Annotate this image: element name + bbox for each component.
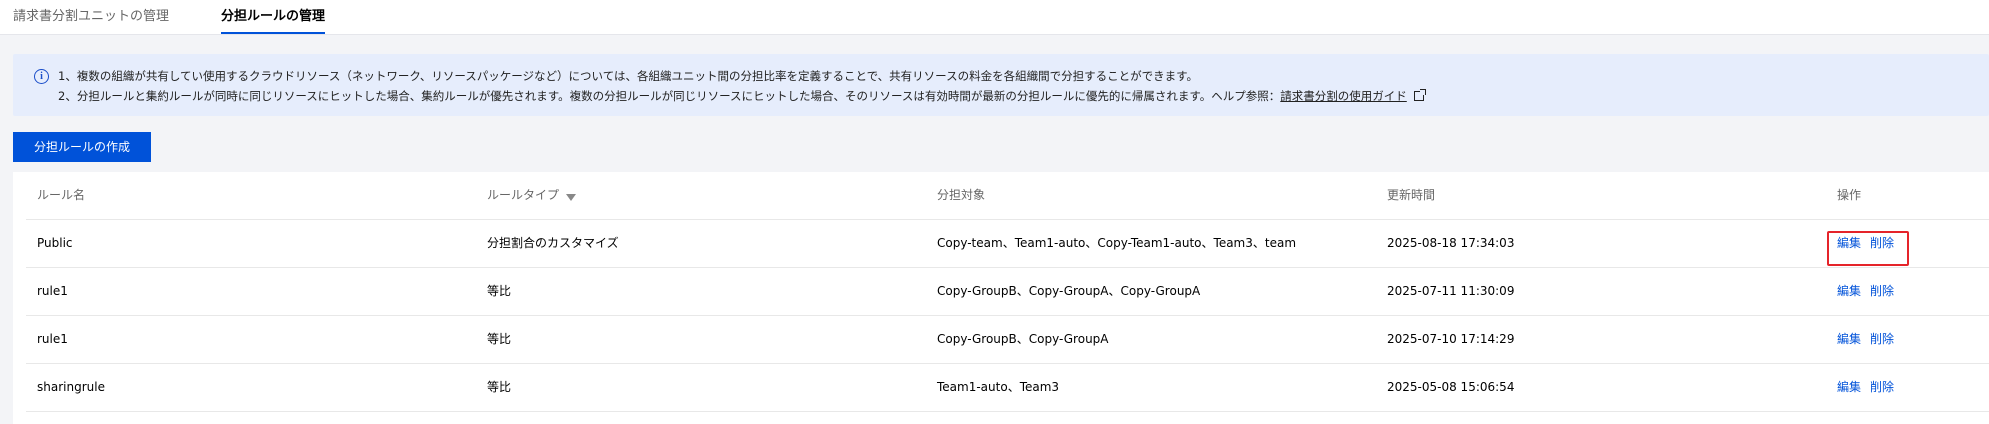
notice-line-2-text: 2、分担ルールと集約ルールが同時に同じリソースにヒットした場合、集約ルールが優先… bbox=[58, 89, 1281, 103]
rule-type: 等比 bbox=[487, 284, 512, 298]
rule-type: 分担割合のカスタマイズ bbox=[487, 236, 619, 250]
rule-targets: Team1-auto、Team3 bbox=[937, 380, 1060, 394]
filter-icon[interactable] bbox=[566, 194, 577, 201]
rule-targets: Copy-GroupB、Copy-GroupA、Copy-GroupA bbox=[937, 284, 1201, 298]
help-guide-link[interactable]: 請求書分割の使用ガイド bbox=[1280, 89, 1407, 103]
delete-button[interactable]: 削除 bbox=[1870, 284, 1894, 298]
edit-button[interactable]: 編集 bbox=[1837, 380, 1861, 394]
rule-name: rule1 bbox=[37, 284, 68, 298]
notice-line-2: 2、分担ルールと集約ルールが同時に同じリソースにヒットした場合、集約ルールが優先… bbox=[58, 88, 1426, 104]
header-rule-name: ルール名 bbox=[37, 188, 86, 202]
create-sharing-rule-button[interactable]: 分担ルールの作成 bbox=[13, 132, 151, 162]
info-notice: i 1、複数の組織が共有してい使用するクラウドリソース（ネットワーク、リソースパ… bbox=[13, 54, 1989, 116]
tab-billing-split-units[interactable]: 請求書分割ユニットの管理 bbox=[13, 0, 169, 34]
delete-button[interactable]: 削除 bbox=[1870, 332, 1894, 346]
header-rule-type-label: ルールタイプ bbox=[487, 188, 560, 202]
edit-button[interactable]: 編集 bbox=[1837, 284, 1861, 298]
table-row: sharingrule 等比 Team1-auto、Team3 2025-05-… bbox=[26, 364, 1989, 412]
header-updated-time: 更新時間 bbox=[1387, 188, 1436, 202]
rule-updated: 2025-07-10 17:14:29 bbox=[1387, 332, 1515, 346]
table-row: rule1 等比 Copy-GroupB、Copy-GroupA 2025-07… bbox=[26, 316, 1989, 364]
rule-type: 等比 bbox=[487, 380, 512, 394]
notice-line-1: 1、複数の組織が共有してい使用するクラウドリソース（ネットワーク、リソースパッケ… bbox=[58, 69, 1198, 83]
table-row: Public 分担割合のカスタマイズ Copy-team、Team1-auto、… bbox=[26, 220, 1989, 268]
delete-button[interactable]: 削除 bbox=[1870, 380, 1894, 394]
rules-table: ルール名 ルールタイプ 分担対象 更新時間 操作 Public 分担割合のカスタ… bbox=[13, 172, 1989, 424]
info-icon: i bbox=[34, 69, 49, 84]
rule-targets: Copy-GroupB、Copy-GroupA bbox=[937, 332, 1109, 346]
row-actions: 編集 削除 bbox=[1837, 364, 1903, 411]
rule-updated: 2025-05-08 15:06:54 bbox=[1387, 380, 1515, 394]
header-rule-type: ルールタイプ bbox=[487, 172, 577, 219]
edit-button[interactable]: 編集 bbox=[1837, 236, 1861, 250]
rule-name: rule1 bbox=[37, 332, 68, 346]
tab-bar: 請求書分割ユニットの管理 分担ルールの管理 bbox=[0, 0, 1989, 35]
rule-targets: Copy-team、Team1-auto、Copy-Team1-auto、Tea… bbox=[937, 236, 1297, 250]
table-row: rule1 等比 Copy-GroupB、Copy-GroupA、Copy-Gr… bbox=[26, 268, 1989, 316]
header-targets: 分担対象 bbox=[937, 188, 986, 202]
external-link-icon[interactable] bbox=[1413, 89, 1426, 101]
row-actions: 編集 削除 bbox=[1837, 316, 1903, 363]
table-header: ルール名 ルールタイプ 分担対象 更新時間 操作 bbox=[26, 172, 1989, 220]
row-actions: 編集 削除 bbox=[1837, 220, 1903, 267]
tab-sharing-rules[interactable]: 分担ルールの管理 bbox=[221, 0, 326, 34]
edit-button[interactable]: 編集 bbox=[1837, 332, 1861, 346]
delete-button[interactable]: 削除 bbox=[1870, 236, 1894, 250]
rule-name: Public bbox=[37, 236, 73, 250]
header-actions: 操作 bbox=[1837, 188, 1862, 202]
rule-updated: 2025-07-11 11:30:09 bbox=[1387, 284, 1515, 298]
rule-name: sharingrule bbox=[37, 380, 105, 394]
rule-updated: 2025-08-18 17:34:03 bbox=[1387, 236, 1515, 250]
rule-type: 等比 bbox=[487, 332, 512, 346]
row-actions: 編集 削除 bbox=[1837, 268, 1903, 315]
